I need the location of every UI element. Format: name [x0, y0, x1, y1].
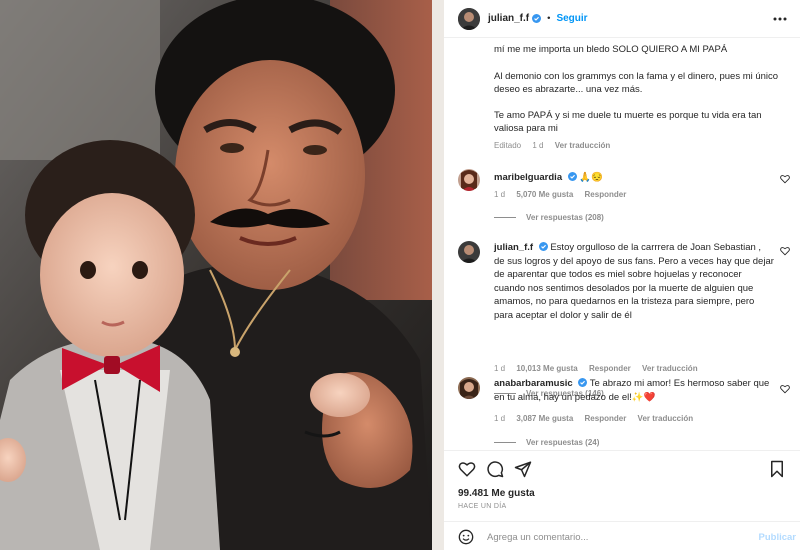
replies-line: [494, 442, 516, 443]
comment-text: Estoy orgulloso de la carrrera de Joan S…: [494, 242, 774, 321]
view-replies-label: Ver respuestas (208): [526, 213, 604, 222]
verified-badge-icon: [567, 172, 577, 181]
translate-link[interactable]: Ver traducción: [555, 141, 611, 150]
translate-link[interactable]: Ver traducción: [642, 364, 698, 373]
comment-text-block: julian_f.f Estoy orgulloso de la carrrer…: [494, 241, 774, 322]
edited-label: Editado: [494, 141, 522, 150]
comment-like-heart-icon[interactable]: [780, 246, 790, 256]
author-avatar-image: [458, 7, 480, 30]
bookmark-icon[interactable]: [768, 460, 786, 478]
caption-paragraph: Al demonio con los grammys con la fama y…: [494, 71, 779, 95]
follow-button[interactable]: Seguir: [556, 13, 587, 24]
separator-dot: •: [547, 13, 551, 24]
author-avatar[interactable]: [458, 7, 480, 30]
commenter-avatar[interactable]: [458, 241, 480, 263]
comment-like-heart-icon[interactable]: [780, 174, 790, 184]
comment-text-block: anabarbaramusic Te abrazo mi amor! Es he…: [494, 377, 774, 404]
reply-button[interactable]: Responder: [585, 190, 627, 199]
comment-like-heart-icon[interactable]: [780, 384, 790, 394]
photo-illustration: [0, 0, 444, 550]
comment-username[interactable]: julian_f.f: [494, 242, 533, 253]
comment-meta: 1 d 5,070 Me gusta Responder: [494, 190, 635, 199]
post-photo[interactable]: [0, 0, 444, 550]
caption-line: mí me me importa un bledo SOLO QUIERO A …: [494, 44, 728, 55]
verified-badge-icon: [538, 242, 548, 251]
verified-badge-icon: [578, 378, 588, 387]
comment-likes[interactable]: 10,013 Me gusta: [516, 364, 577, 373]
comment-meta: 1 d 3,087 Me gusta Responder Ver traducc…: [494, 414, 702, 423]
share-icon[interactable]: [514, 460, 532, 478]
comment-text-block: maribelguardia 🙏😔: [494, 171, 774, 185]
publish-button[interactable]: Publicar: [759, 532, 797, 543]
reply-button[interactable]: Responder: [589, 364, 631, 373]
view-replies-button[interactable]: Ver respuestas (208): [494, 213, 604, 222]
comment-age: 1 d: [494, 414, 506, 423]
reply-button[interactable]: Responder: [585, 414, 627, 423]
view-replies-button[interactable]: Ver respuestas (24): [494, 438, 599, 447]
commenter-avatar-image: [458, 241, 480, 263]
comment-age: 1 d: [494, 364, 506, 373]
comment-username[interactable]: maribelguardia: [494, 172, 562, 183]
comment-text: 🙏😔: [579, 172, 604, 183]
heart-icon[interactable]: [458, 460, 476, 478]
commenter-avatar-image: [458, 169, 480, 191]
caption-age: 1 d: [532, 141, 544, 150]
post-actions-bar: [444, 450, 800, 488]
post-panel: julian_f.f • Seguir mí me me importa un …: [444, 0, 800, 550]
comment-username[interactable]: anabarbaramusic: [494, 378, 573, 389]
replies-line: [494, 217, 516, 218]
post-likes-count[interactable]: 99.481 Me gusta: [458, 488, 535, 499]
comments-list[interactable]: mí me me importa un bledo SOLO QUIERO A …: [444, 38, 800, 450]
comment-meta: 1 d 10,013 Me gusta Responder Ver traduc…: [494, 364, 707, 373]
commenter-avatar[interactable]: [458, 377, 480, 399]
view-replies-label: Ver respuestas (24): [526, 438, 600, 447]
post-header: julian_f.f • Seguir: [444, 0, 800, 38]
author-username[interactable]: julian_f.f: [488, 13, 529, 24]
comment-icon[interactable]: [486, 460, 504, 478]
post-timestamp: HACE UN DÍA: [458, 503, 507, 510]
translate-link[interactable]: Ver traducción: [638, 414, 694, 423]
more-options-icon[interactable]: [772, 12, 788, 26]
caption-meta: Editado 1 d Ver traducción: [494, 141, 619, 150]
comment-age: 1 d: [494, 190, 506, 199]
emoji-icon[interactable]: [458, 529, 474, 545]
comment-likes[interactable]: 5,070 Me gusta: [516, 190, 573, 199]
caption-paragraph: Te amo PAPÁ y si me duele tu muerte es p…: [494, 110, 762, 134]
comment-input[interactable]: [487, 529, 737, 545]
commenter-avatar[interactable]: [458, 169, 480, 191]
verified-badge-icon: [532, 14, 542, 23]
comment-likes[interactable]: 3,087 Me gusta: [516, 414, 573, 423]
add-comment-bar: Publicar: [444, 521, 800, 550]
commenter-avatar-image: [458, 377, 480, 399]
